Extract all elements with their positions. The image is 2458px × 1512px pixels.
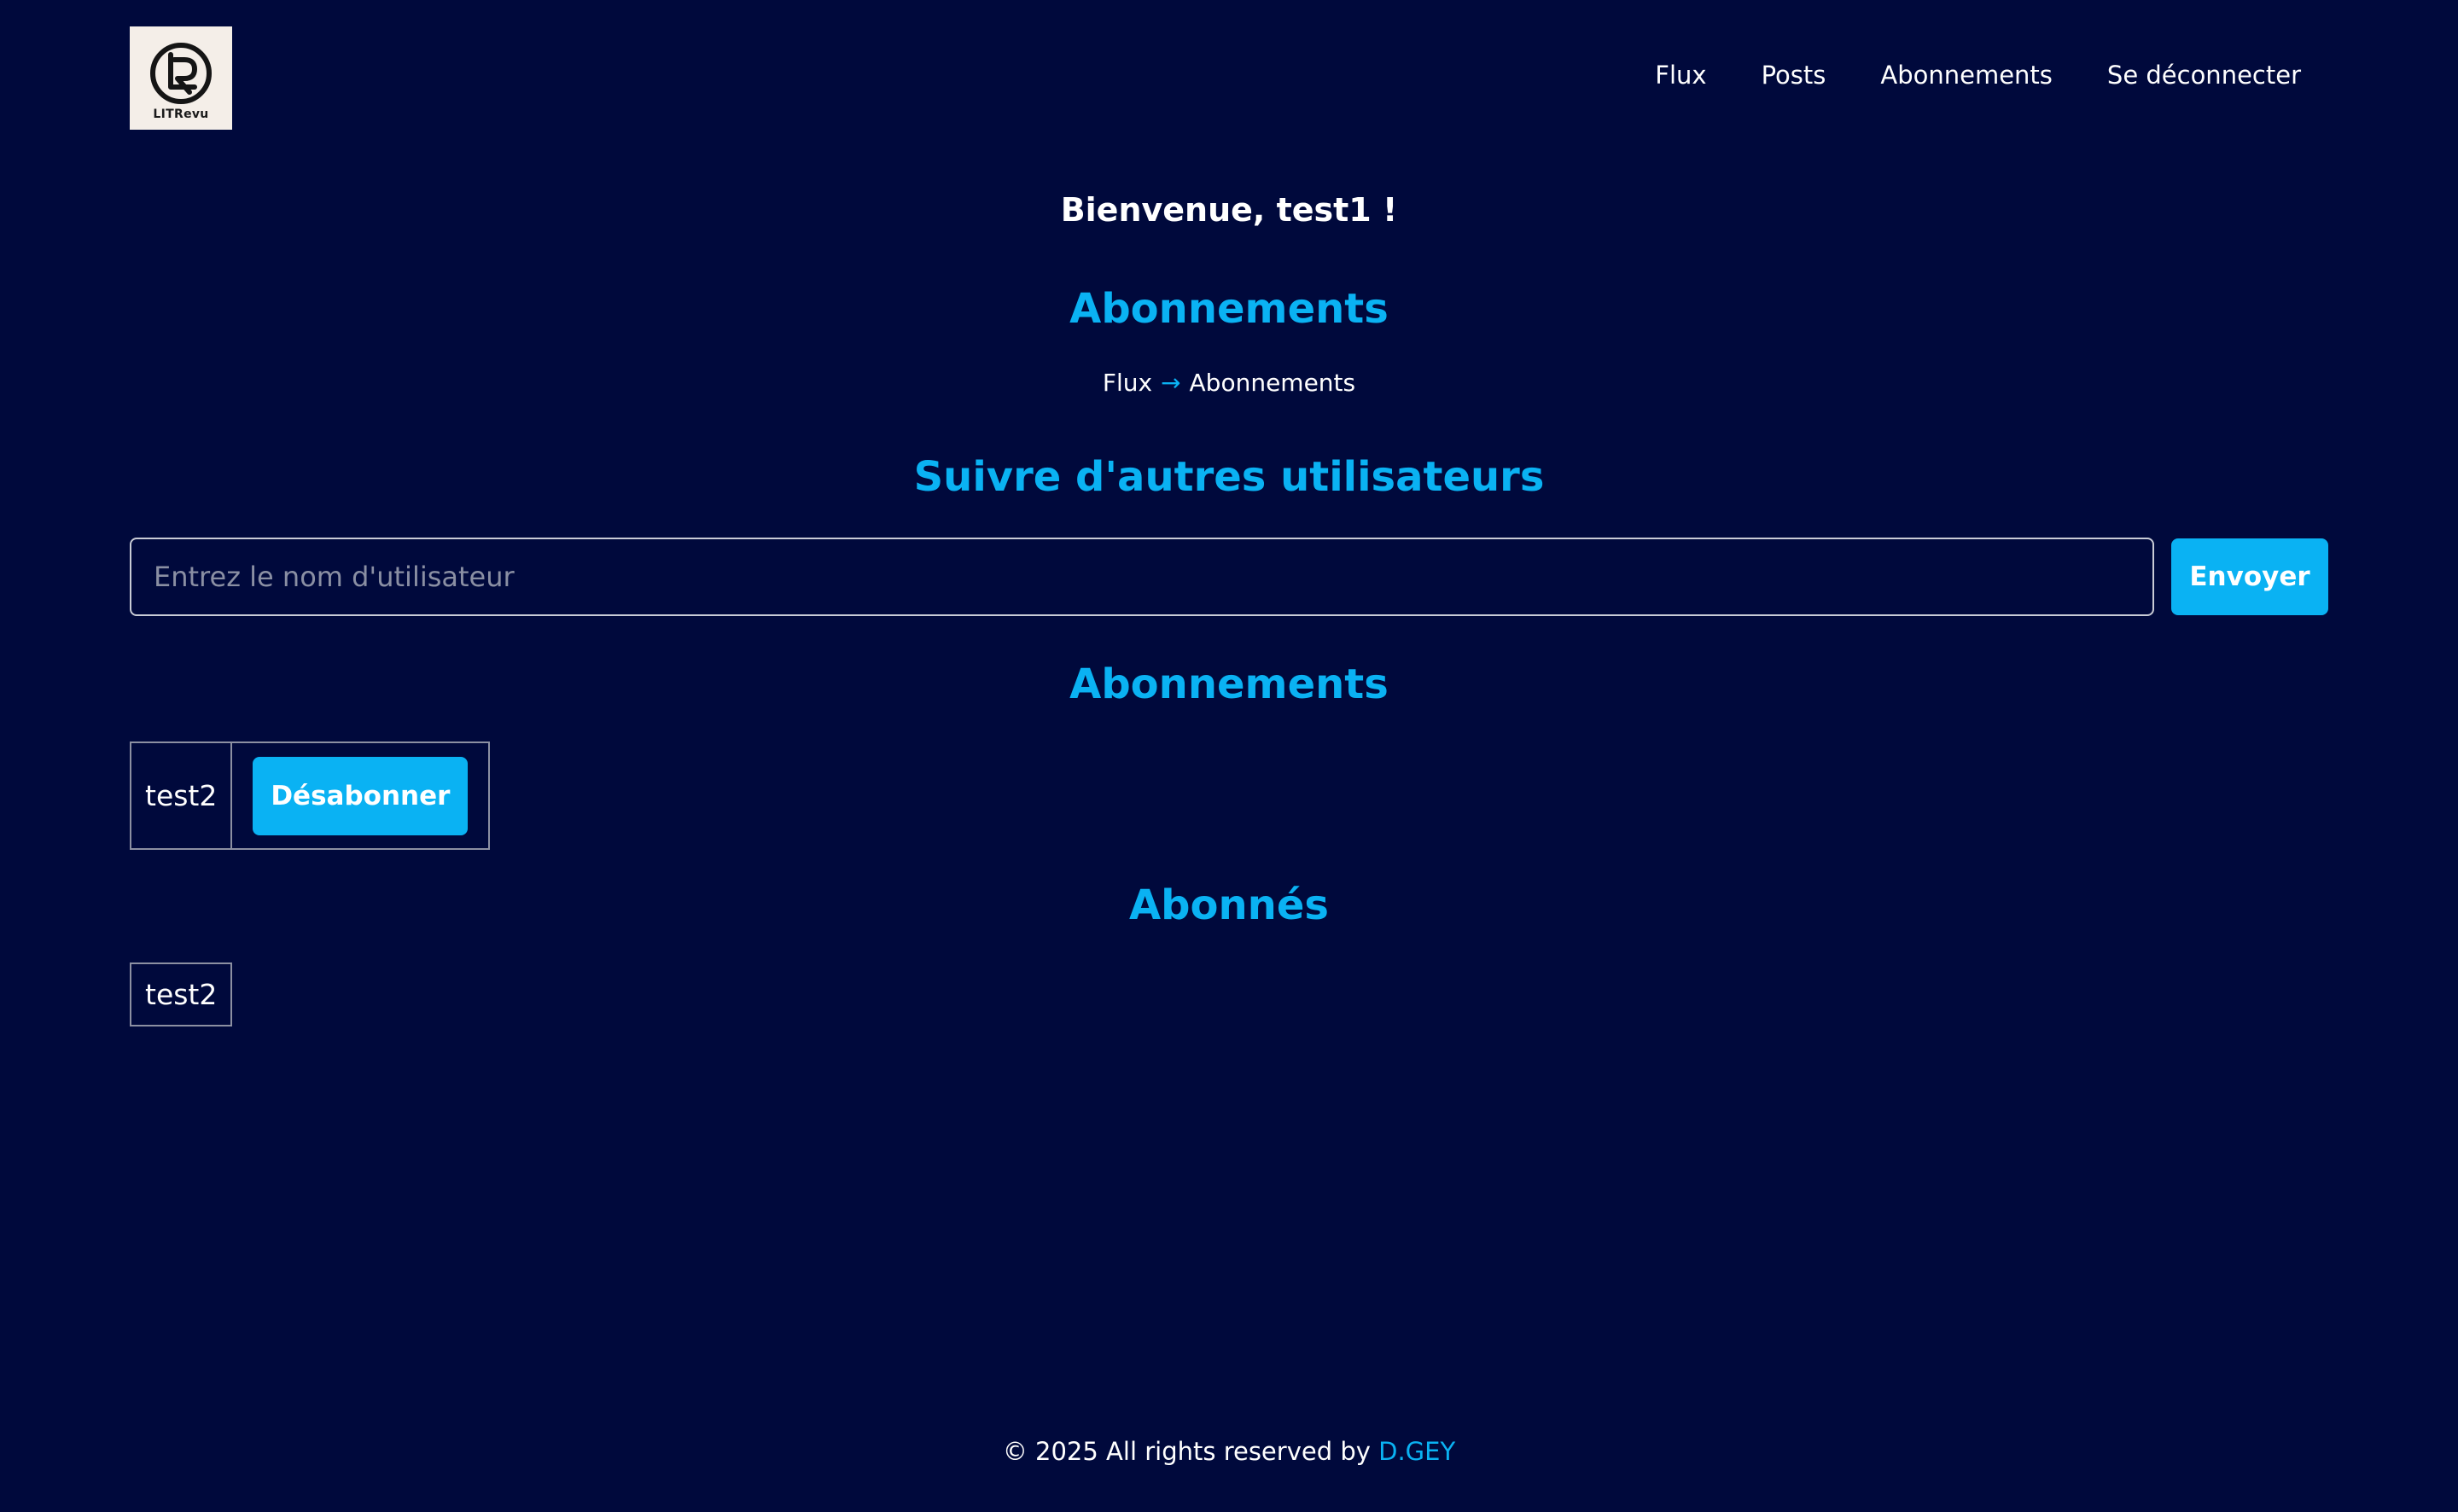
subscriptions-table: test2 Désabonner — [129, 741, 491, 850]
footer-text: © 2025 All rights reserved by — [1002, 1437, 1371, 1466]
table-row: test2 — [129, 962, 233, 1026]
nav-link-flux[interactable]: Flux — [1655, 61, 1706, 90]
logo[interactable]: LITRevu — [130, 26, 232, 130]
header: LITRevu Flux Posts Abonnements Se déconn… — [130, 26, 2328, 130]
nav-link-logout[interactable]: Se déconnecter — [2107, 61, 2301, 90]
page: LITRevu Flux Posts Abonnements Se déconn… — [0, 0, 2458, 1512]
main-nav: Flux Posts Abonnements Se déconnecter — [1600, 61, 2328, 90]
nav-link-posts[interactable]: Posts — [1762, 61, 1826, 90]
subscription-username: test2 — [129, 741, 233, 850]
unsubscribe-button[interactable]: Désabonner — [253, 756, 469, 835]
subscription-action-cell: Désabonner — [230, 741, 491, 850]
username-input[interactable] — [130, 538, 2154, 616]
table-row: test2 Désabonner — [129, 741, 491, 850]
subscriptions-title: Abonnements — [1069, 660, 1389, 708]
page-title: Abonnements — [1069, 285, 1389, 333]
breadcrumb: Flux → Abonnements — [0, 369, 2458, 397]
follower-username: test2 — [129, 962, 233, 1026]
footer: © 2025 All rights reserved by D.GEY — [0, 1437, 2458, 1466]
follow-section-title: Suivre d'autres utilisateurs — [913, 453, 1545, 501]
breadcrumb-arrow-icon: → — [1161, 369, 1181, 397]
nav-link-abonnements[interactable]: Abonnements — [1880, 61, 2053, 90]
breadcrumb-current: Abonnements — [1189, 369, 1356, 397]
followers-table: test2 — [129, 962, 233, 1026]
litrevu-logo-icon — [150, 42, 212, 104]
logo-text: LITRevu — [153, 107, 209, 121]
breadcrumb-link-flux[interactable]: Flux — [1103, 369, 1152, 397]
followers-title: Abonnés — [1129, 881, 1329, 929]
welcome-message: Bienvenue, test1 ! — [1060, 191, 1398, 229]
follow-form: Envoyer — [130, 538, 2328, 616]
footer-author-link[interactable]: D.GEY — [1378, 1437, 1455, 1466]
send-button[interactable]: Envoyer — [2171, 538, 2328, 615]
